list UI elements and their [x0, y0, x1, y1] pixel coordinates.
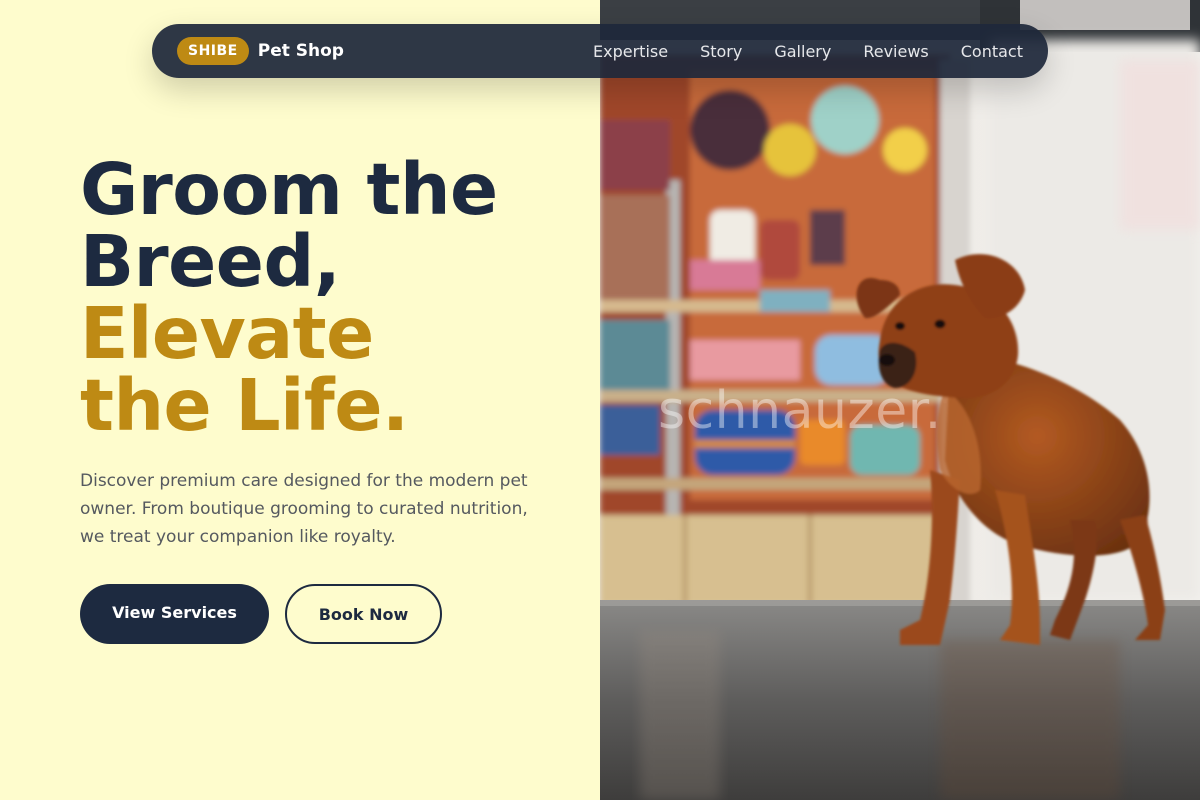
headline-line-1: Groom the [80, 148, 498, 231]
top-navbar: SHIBE Pet Shop Expertise Story Gallery R… [152, 24, 1048, 78]
nav-link-expertise[interactable]: Expertise [593, 42, 668, 61]
headline-line-4: the Life. [80, 364, 409, 447]
view-services-button[interactable]: View Services [80, 584, 269, 644]
hero-description: Discover premium care designed for the m… [80, 471, 528, 547]
hero-section: Groom the Breed, Elevate the Life. Disco… [0, 0, 600, 800]
hero-headline: Groom the Breed, Elevate the Life. [80, 154, 498, 442]
nav-links: Expertise Story Gallery Reviews Contact [593, 42, 1023, 61]
headline-line-2: Breed, [80, 220, 341, 303]
nav-link-reviews[interactable]: Reviews [863, 42, 928, 61]
brand-logo[interactable]: SHIBE Pet Shop [177, 37, 344, 65]
nav-link-story[interactable]: Story [700, 42, 742, 61]
book-now-button[interactable]: Book Now [285, 584, 442, 644]
headline-line-3: Elevate [80, 292, 374, 375]
nav-link-gallery[interactable]: Gallery [774, 42, 831, 61]
brand-badge: SHIBE [177, 37, 249, 65]
nav-link-contact[interactable]: Contact [961, 42, 1023, 61]
hero-photo: schnauzer.tokyo [600, 0, 1200, 800]
brand-name: Pet Shop [257, 41, 344, 61]
dog-in-pet-store-image: schnauzer.tokyo [600, 0, 1200, 800]
